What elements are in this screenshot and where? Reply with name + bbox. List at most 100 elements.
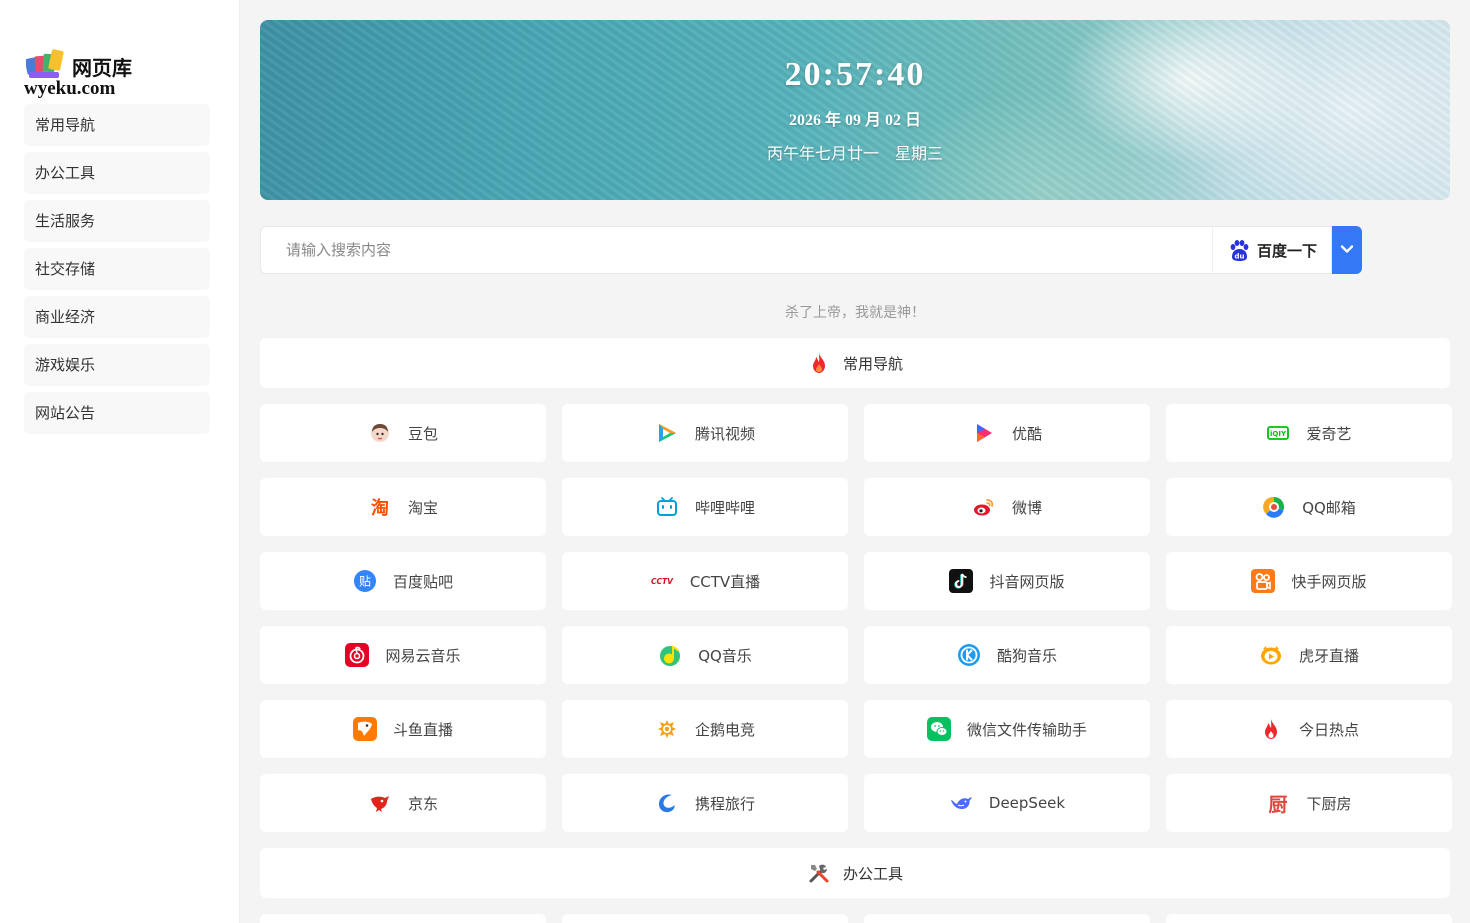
douyin-icon [949,569,974,593]
tieba-icon: 贴 [353,569,377,593]
site-card-youku[interactable]: 优酷 [864,404,1150,462]
site-card-douyu[interactable]: 斗鱼直播 [260,700,546,758]
site-name: 哔哩哔哩 [694,498,755,517]
section-header-common: 常用导航 [260,338,1450,388]
site-grid: 豆包 腾讯视频 优酷 iQIY 爱奇艺 淘 淘宝 哔哩哔哩 微博 QQ邮箱 贴 … [260,404,1452,832]
site-name: 酷狗音乐 [996,646,1057,665]
site-card-qq-music[interactable]: QQ音乐 [562,626,848,684]
site-card-cctv[interactable]: CCTV CCTV直播 [562,552,848,610]
search-engine-button[interactable]: du 百度一下 [1212,226,1332,274]
clock-lunar-row: 丙午年七月廿一 星期三 [260,140,1450,164]
site-card-tencent-video[interactable]: 腾讯视频 [562,404,848,462]
iqiyi-icon-text: iQIY [1270,430,1287,438]
site-card-bilibili[interactable]: 哔哩哔哩 [562,478,848,536]
sidebar-item-social[interactable]: 社交存储 [24,248,210,290]
penguin-esports-icon [655,717,679,741]
deepseek-icon [949,791,973,815]
sidebar-item-notice[interactable]: 网站公告 [24,392,210,434]
site-card-penguin-esports[interactable]: 企鹅电竞 [562,700,848,758]
site-name: 下厨房 [1306,794,1352,813]
sidebar-item-life[interactable]: 生活服务 [24,200,210,242]
site-card-netease-music[interactable]: 网易云音乐 [260,626,546,684]
site-card-iqiyi[interactable]: iQIY 爱奇艺 [1166,404,1452,462]
site-name: 爱奇艺 [1306,424,1352,443]
clock-banner: 20:57:40 2026 年 09 月 02 日 丙午年七月廿一 星期三 [260,20,1450,200]
site-card-wechat[interactable]: 微信文件传输助手 [864,700,1150,758]
jd-icon [368,791,392,815]
qq-mail-icon [1262,495,1286,519]
site-card-deepseek[interactable]: DeepSeek [864,774,1150,832]
xiachufang-icon: 厨 [1266,791,1290,815]
site-card-placeholder[interactable] [562,914,848,923]
engine-dropdown-button[interactable] [1332,226,1362,274]
xiachufang-icon-text: 厨 [1269,794,1288,815]
iqiyi-icon: iQIY [1266,421,1290,445]
sidebar-item-office[interactable]: 办公工具 [24,152,210,194]
search-input[interactable] [260,226,1212,274]
site-card-placeholder[interactable] [1166,914,1452,923]
site-card-douyin[interactable]: 抖音网页版 [864,552,1150,610]
site-card-xiachufang[interactable]: 厨 下厨房 [1166,774,1452,832]
site-card-huya[interactable]: 虎牙直播 [1166,626,1452,684]
sidebar-item-games[interactable]: 游戏娱乐 [24,344,210,386]
section-header-office: 办公工具 [260,848,1450,898]
clock-time: 20:57:40 [784,56,926,93]
wechat-icon [926,717,951,741]
tieba-icon-text: 贴 [359,575,371,589]
site-card-toutiao[interactable]: 今日热点 [1166,700,1452,758]
logo-domain: wyeku.com [24,78,116,99]
qq-music-icon [658,643,682,667]
site-name: 今日热点 [1298,720,1359,739]
site-card-placeholder[interactable] [864,914,1150,923]
site-name: 抖音网页版 [989,572,1065,591]
ctrip-icon [655,791,679,815]
clock-date: 2026 年 09 月 02 日 [788,112,921,129]
cctv-icon: CCTV [650,569,674,593]
cctv-icon-text: CCTV [651,577,674,586]
lunar-date: 丙午年七月廿一 [766,144,879,163]
slogan: 杀了上帝，我就是神！ [785,305,925,321]
chevron-down-icon [1340,241,1354,260]
office-grid-partial [260,914,1452,923]
huya-icon [1259,643,1283,667]
site-card-ctrip[interactable]: 携程旅行 [562,774,848,832]
site-card-placeholder[interactable] [260,914,546,923]
site-card-tieba[interactable]: 贴 百度贴吧 [260,552,546,610]
sidebar-item-business[interactable]: 商业经济 [24,296,210,338]
site-card-kugou[interactable]: 酷狗音乐 [864,626,1150,684]
site-name: QQ音乐 [698,646,752,665]
tencent-video-icon [655,421,679,445]
site-name: 虎牙直播 [1298,646,1359,665]
site-name: DeepSeek [988,794,1066,812]
taobao-icon: 淘 [368,495,392,519]
site-card-doubao[interactable]: 豆包 [260,404,546,462]
site-card-kuaishou[interactable]: 快手网页版 [1166,552,1452,610]
toutiao-flame-icon [1259,717,1283,741]
site-name: 网易云音乐 [385,646,461,665]
site-name: QQ邮箱 [1302,498,1356,517]
side-nav: 常用导航 办公工具 生活服务 社交存储 商业经济 游戏娱乐 网站公告 [24,104,210,440]
logo-icon [24,48,64,80]
youku-icon [972,421,996,445]
logo-title: 网页库 [72,56,132,80]
site-name: 腾讯视频 [694,424,755,443]
sidebar: 网页库 wyeku.com 常用导航 办公工具 生活服务 社交存储 商业经济 游… [0,0,240,923]
site-card-taobao[interactable]: 淘 淘宝 [260,478,546,536]
tools-icon [807,861,831,885]
sidebar-item-common[interactable]: 常用导航 [24,104,210,146]
site-card-qq-mail[interactable]: QQ邮箱 [1166,478,1452,536]
site-card-jd[interactable]: 京东 [260,774,546,832]
baidu-paw-icon: du [1227,238,1251,262]
bilibili-icon [655,495,679,519]
site-card-weibo[interactable]: 微博 [864,478,1150,536]
site-name: CCTV直播 [689,572,761,591]
site-logo[interactable]: 网页库 wyeku.com [24,46,224,102]
section-title: 常用导航 [842,354,903,373]
kuaishou-icon [1251,569,1276,593]
doubao-icon [368,421,392,445]
netease-music-icon [345,643,370,667]
site-name: 京东 [407,794,438,813]
site-name: 快手网页版 [1291,572,1367,591]
site-name: 携程旅行 [694,794,755,813]
search-bar: du 百度一下 [260,226,1362,274]
